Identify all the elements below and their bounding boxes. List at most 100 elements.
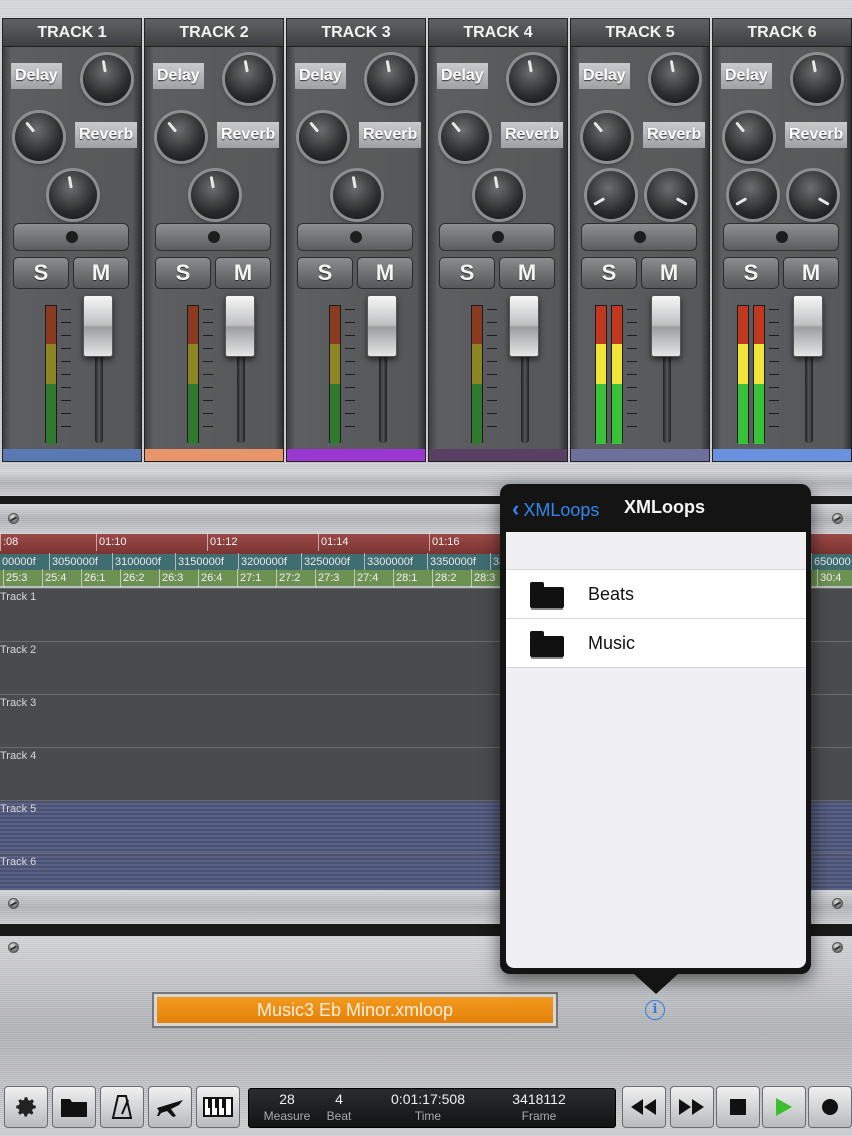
solo-button[interactable]: S: [13, 257, 69, 289]
list-item[interactable]: Beats: [506, 570, 806, 619]
list-item-name: Beats: [588, 584, 635, 604]
solo-button[interactable]: S: [155, 257, 211, 289]
measure-value: 28: [279, 1091, 295, 1107]
delay-label: Delay: [437, 63, 488, 89]
mute-button[interactable]: M: [499, 257, 555, 289]
delay-knob[interactable]: [367, 55, 415, 103]
stop-icon[interactable]: [716, 1086, 760, 1128]
reverb-knob[interactable]: [15, 113, 63, 161]
screw-icon: [8, 942, 19, 953]
delay-knob[interactable]: [83, 55, 131, 103]
back-label: XMLoops: [523, 500, 600, 520]
pan-slider[interactable]: [581, 223, 697, 251]
frame-ruler-label: 00000f: [0, 553, 36, 571]
beat-ruler-label: 27:4: [353, 569, 379, 587]
frame-ruler-label: 3350000f: [427, 553, 476, 571]
track-lane-label: Track 1: [0, 591, 37, 603]
volume-knob[interactable]: [475, 171, 523, 219]
folder-icon: [530, 631, 564, 657]
gear-icon[interactable]: [4, 1086, 48, 1128]
pan-slider[interactable]: [155, 223, 271, 251]
play-icon[interactable]: [762, 1086, 806, 1128]
track-title: TRACK 6: [713, 19, 851, 47]
pan-knob[interactable]: [647, 171, 695, 219]
channel-strip: TRACK 3 Delay Reverb S M: [286, 18, 426, 462]
rewind-icon[interactable]: [622, 1086, 666, 1128]
level-scale: [203, 309, 213, 439]
folder-icon[interactable]: [52, 1086, 96, 1128]
fast-forward-icon[interactable]: [670, 1086, 714, 1128]
reverb-knob[interactable]: [583, 113, 631, 161]
piano-icon[interactable]: [196, 1086, 240, 1128]
channel-strip: TRACK 2 Delay Reverb S M: [144, 18, 284, 462]
airplane-icon[interactable]: [148, 1086, 192, 1128]
delay-knob[interactable]: [793, 55, 841, 103]
frame-ruler-label: 3300000f: [364, 553, 413, 571]
volume-knob[interactable]: [729, 171, 777, 219]
volume-fader[interactable]: [651, 295, 681, 357]
solo-button[interactable]: S: [297, 257, 353, 289]
time-ruler-label: 01:14: [318, 533, 349, 551]
loop-file-field[interactable]: Music3 Eb Minor.xmloop: [152, 992, 558, 1028]
level-meter: [187, 305, 199, 444]
track-lane-label: Track 5: [0, 803, 37, 815]
mute-button[interactable]: M: [215, 257, 271, 289]
pan-slider[interactable]: [439, 223, 555, 251]
level-meter: [471, 305, 483, 444]
volume-knob[interactable]: [587, 171, 635, 219]
time-cell: 0:01:17:508 Time: [373, 1091, 483, 1123]
record-icon[interactable]: [808, 1086, 852, 1128]
beat-ruler-label: 25:4: [41, 569, 67, 587]
level-scale: [769, 309, 779, 439]
back-button[interactable]: ‹ XMLoops: [512, 496, 599, 522]
list-header-spacer: [506, 532, 806, 570]
volume-knob[interactable]: [333, 171, 381, 219]
pan-knob[interactable]: [789, 171, 837, 219]
info-icon[interactable]: i: [645, 1000, 665, 1020]
level-scale: [487, 309, 497, 439]
solo-button[interactable]: S: [723, 257, 779, 289]
measure-label: Measure: [263, 1109, 311, 1123]
level-meter: [595, 305, 607, 444]
reverb-knob[interactable]: [299, 113, 347, 161]
beat-ruler-label: 27:2: [275, 569, 301, 587]
volume-fader[interactable]: [367, 295, 397, 357]
time-ruler-label: 01:12: [207, 533, 238, 551]
popover-header: ‹ XMLoops XMLoops: [500, 484, 811, 530]
beat-ruler-label: 26:1: [80, 569, 106, 587]
reverb-knob[interactable]: [157, 113, 205, 161]
reverb-knob[interactable]: [441, 113, 489, 161]
track-lane-label: Track 6: [0, 856, 37, 868]
level-meter: [737, 305, 749, 444]
mute-button[interactable]: M: [783, 257, 839, 289]
pan-slider[interactable]: [723, 223, 839, 251]
volume-fader[interactable]: [509, 295, 539, 357]
level-scale: [61, 309, 71, 439]
volume-knob[interactable]: [191, 171, 239, 219]
level-meter: [611, 305, 623, 444]
volume-fader[interactable]: [225, 295, 255, 357]
delay-knob[interactable]: [225, 55, 273, 103]
frame-label: Frame: [521, 1109, 557, 1123]
volume-fader[interactable]: [83, 295, 113, 357]
list-item[interactable]: Music: [506, 619, 806, 668]
mute-button[interactable]: M: [73, 257, 129, 289]
pan-slider[interactable]: [13, 223, 129, 251]
reverb-knob[interactable]: [725, 113, 773, 161]
volume-knob[interactable]: [49, 171, 97, 219]
solo-button[interactable]: S: [581, 257, 637, 289]
metronome-icon[interactable]: [100, 1086, 144, 1128]
track-title: TRACK 1: [3, 19, 141, 47]
solo-button[interactable]: S: [439, 257, 495, 289]
reverb-label: Reverb: [501, 122, 564, 148]
time-ruler-label: 01:16: [429, 533, 460, 551]
delay-knob[interactable]: [651, 55, 699, 103]
frame-ruler-label: 3050000f: [49, 553, 98, 571]
volume-fader[interactable]: [793, 295, 823, 357]
level-meter: [45, 305, 57, 444]
mute-button[interactable]: M: [641, 257, 697, 289]
mute-button[interactable]: M: [357, 257, 413, 289]
pan-slider[interactable]: [297, 223, 413, 251]
track-lane-label: Track 3: [0, 697, 37, 709]
delay-knob[interactable]: [509, 55, 557, 103]
